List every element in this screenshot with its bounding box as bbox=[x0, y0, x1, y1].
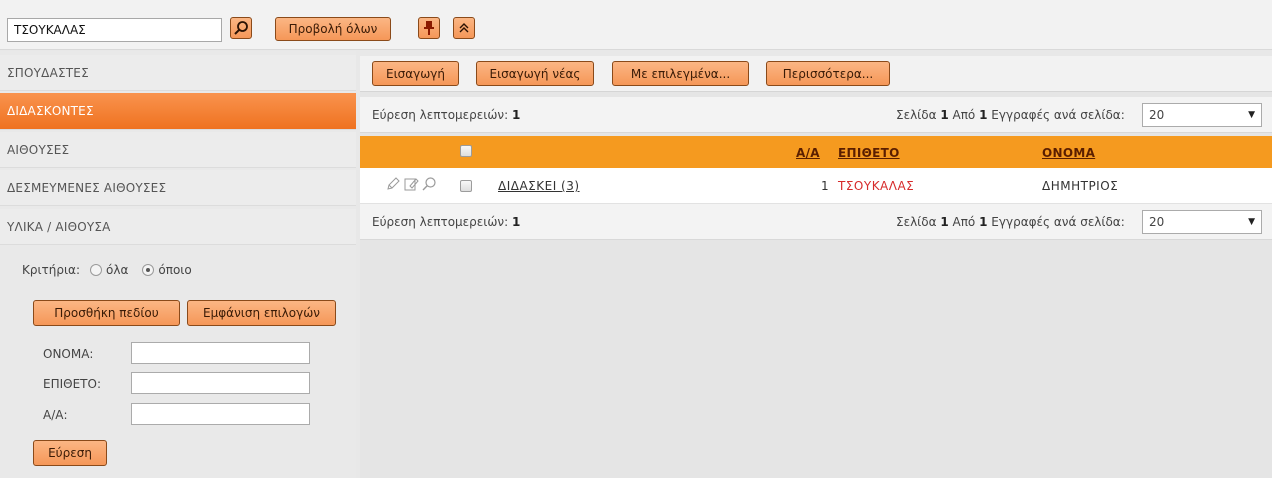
column-header-aa[interactable]: Α/Α bbox=[796, 146, 820, 160]
surname-field-label: ΕΠΙΘΕΤΟ: bbox=[43, 377, 101, 391]
pin-icon bbox=[424, 21, 434, 35]
found-count-text: Εύρεση λεπτομερειών: 1 bbox=[372, 108, 521, 122]
criteria-all-radio[interactable] bbox=[90, 264, 103, 276]
surname-field[interactable] bbox=[131, 372, 310, 394]
add-field-button[interactable]: Προσθήκη πεδίου bbox=[33, 300, 180, 326]
insert-new-button[interactable]: Εισαγωγή νέας bbox=[476, 61, 594, 86]
view-magnifier-icon[interactable] bbox=[421, 176, 437, 192]
show-all-button[interactable]: Προβολή όλων bbox=[275, 17, 391, 41]
select-all-checkbox[interactable] bbox=[460, 145, 472, 157]
sidebar-item-students[interactable]: ΣΠΟΥΔΑΣΤΕΣ bbox=[0, 55, 356, 91]
with-selected-button[interactable]: Με επιλεγμένα... bbox=[612, 61, 749, 86]
found-count-text: Εύρεση λεπτομερειών: 1 bbox=[372, 215, 521, 229]
sidebar-item-teachers[interactable]: ΔΙΔΑΣΚΟΝΤΕΣ bbox=[0, 93, 356, 130]
cell-surname: ΤΣΟΥΚΑΛΑΣ bbox=[838, 179, 915, 193]
magnifier-icon bbox=[234, 21, 248, 35]
criteria-all-label: όλα bbox=[106, 263, 129, 277]
row-checkbox[interactable] bbox=[460, 180, 472, 192]
global-search-input[interactable] bbox=[7, 18, 222, 42]
teaches-link[interactable]: ΔΙΔΑΣΚΕΙ (3) bbox=[498, 179, 580, 193]
table-header: Α/Α ΕΠΙΘΕΤΟ ΟΝΟΜΑ bbox=[360, 136, 1272, 168]
dropdown-arrow-icon: ▼ bbox=[1248, 217, 1255, 227]
insert-button[interactable]: Εισαγωγή bbox=[372, 61, 459, 86]
criteria-row: Κριτήρια: όλα όποιο bbox=[22, 263, 192, 277]
search-button[interactable] bbox=[230, 17, 252, 39]
main-content: Εισαγωγή Εισαγωγή νέας Με επιλεγμένα... … bbox=[360, 56, 1272, 478]
criteria-label: Κριτήρια: bbox=[22, 263, 81, 277]
aa-field[interactable] bbox=[131, 403, 310, 425]
per-page-select[interactable]: 20 ▼ bbox=[1142, 103, 1262, 127]
pager-bottom: Εύρεση λεπτομερειών: 1 Σελίδα 1 Από 1 Εγ… bbox=[360, 204, 1272, 240]
page-info-text: Σελίδα 1 Από 1 Εγγραφές ανά σελίδα: bbox=[896, 215, 1125, 229]
name-field[interactable] bbox=[131, 342, 310, 364]
per-page-select[interactable]: 20 ▼ bbox=[1142, 210, 1262, 234]
name-field-label: ΟΝΟΜΑ: bbox=[43, 347, 94, 361]
column-header-name[interactable]: ΟΝΟΜΑ bbox=[1042, 146, 1095, 160]
sidebar-item-reserved-rooms[interactable]: ΔΕΣΜΕΥΜΕΝΕΣ ΑΙΘΟΥΣΕΣ bbox=[0, 170, 356, 206]
double-chevron-up-icon bbox=[459, 23, 469, 33]
sidebar: ΣΠΟΥΔΑΣΤΕΣ ΔΙΔΑΣΚΟΝΤΕΣ ΑΙΘΟΥΣΕΣ ΔΕΣΜΕΥΜΕ… bbox=[0, 51, 356, 478]
column-header-surname[interactable]: ΕΠΙΘΕΤΟ bbox=[838, 146, 900, 160]
dropdown-arrow-icon: ▼ bbox=[1248, 110, 1255, 120]
page-info-text: Σελίδα 1 Από 1 Εγγραφές ανά σελίδα: bbox=[896, 108, 1125, 122]
table-row: ΔΙΔΑΣΚΕΙ (3) 1 ΤΣΟΥΚΑΛΑΣ ΔΗΜΗΤΡΙΟΣ bbox=[360, 168, 1272, 204]
criteria-any-radio[interactable] bbox=[142, 264, 155, 276]
show-options-button[interactable]: Εμφάνιση επιλογών bbox=[187, 300, 336, 326]
sidebar-item-rooms[interactable]: ΑΙΘΟΥΣΕΣ bbox=[0, 132, 356, 168]
top-bar: Προβολή όλων bbox=[0, 0, 1272, 50]
criteria-any-label: όποιο bbox=[158, 263, 192, 277]
cell-name: ΔΗΜΗΤΡΙΟΣ bbox=[1042, 179, 1119, 193]
toolbar: Εισαγωγή Εισαγωγή νέας Με επιλεγμένα... … bbox=[360, 56, 1272, 92]
edit-pencil-icon[interactable] bbox=[385, 176, 401, 192]
edit-record-icon[interactable] bbox=[403, 176, 419, 192]
pager-top: Εύρεση λεπτομερειών: 1 Σελίδα 1 Από 1 Εγ… bbox=[360, 97, 1272, 133]
more-button[interactable]: Περισσότερα... bbox=[766, 61, 890, 86]
aa-field-label: Α/Α: bbox=[43, 408, 68, 422]
collapse-button[interactable] bbox=[453, 17, 475, 39]
sidebar-item-materials-room[interactable]: ΥΛΙΚΑ / ΑΙΘΟΥΣΑ bbox=[0, 209, 356, 245]
cell-aa: 1 bbox=[821, 179, 829, 193]
find-button[interactable]: Εύρεση bbox=[33, 440, 107, 466]
pin-button[interactable] bbox=[418, 17, 440, 39]
